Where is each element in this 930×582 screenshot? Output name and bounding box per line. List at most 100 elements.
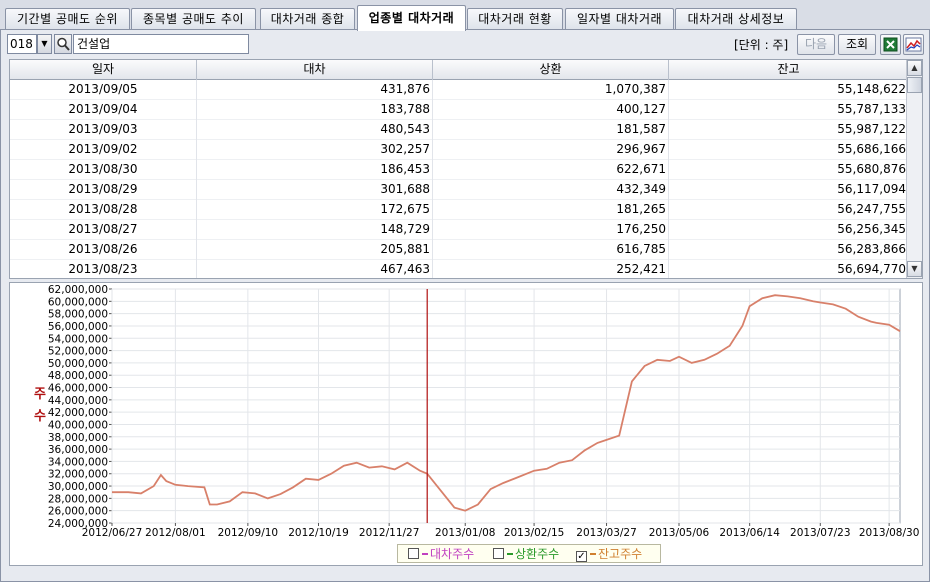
y-tick-label: 26,000,000 — [48, 506, 108, 518]
cell-loan: 480,543 — [197, 120, 433, 140]
magnifier-icon[interactable] — [54, 34, 72, 54]
cell-date: 2013/08/27 — [10, 220, 197, 240]
cell-repay: 181,587 — [433, 120, 669, 140]
y-tick-label: 60,000,000 — [48, 296, 108, 308]
sector-code-input[interactable]: 018 — [7, 34, 37, 54]
tab-period-short-rank[interactable]: 기간별 공매도 순위 — [5, 8, 130, 30]
col-header-repay[interactable]: 상환 — [433, 60, 669, 80]
cell-date: 2013/09/05 — [10, 80, 197, 100]
legend-label-balance: 잔고주수 — [598, 547, 643, 561]
table-row[interactable]: 2013/08/29 301,688 432,349 56,117,094 — [10, 180, 908, 200]
unit-label: [단위 : 주] — [734, 38, 789, 52]
sector-name-field[interactable]: 건설업 — [73, 34, 249, 54]
tab-loan-summary[interactable]: 대차거래 종합 — [260, 8, 355, 30]
table-header: 일자 대차 상환 잔고 — [10, 60, 908, 80]
tab-sector-loan[interactable]: 업종별 대차거래 — [357, 5, 466, 31]
y-tick-label: 42,000,000 — [48, 407, 108, 419]
legend-swatch-loan — [422, 553, 428, 555]
main-panel: 018 ▼ 건설업 [단위 : 주] 다음 조회 일자 대차 상환 잔고 201… — [0, 29, 930, 582]
legend-item-balance[interactable]: ✓ 잔고주수 — [576, 546, 642, 562]
cell-date: 2013/09/04 — [10, 100, 197, 120]
legend-label-loan: 대차주수 — [430, 547, 475, 561]
cell-loan: 431,876 — [197, 80, 433, 100]
cell-loan: 172,675 — [197, 200, 433, 220]
tab-daily-loan[interactable]: 일자별 대차거래 — [565, 8, 674, 30]
table-row[interactable]: 2013/09/03 480,543 181,587 55,987,122 — [10, 120, 908, 140]
y-tick-label: 54,000,000 — [48, 333, 108, 345]
cell-loan: 186,453 — [197, 160, 433, 180]
scroll-thumb[interactable] — [907, 77, 922, 93]
cell-balance: 56,256,345 — [837, 222, 906, 236]
cell-repay: 400,127 — [433, 100, 669, 120]
tab-loan-status[interactable]: 대차거래 현황 — [467, 8, 563, 30]
excel-icon[interactable] — [880, 34, 901, 55]
cell-date: 2013/08/30 — [10, 160, 197, 180]
x-tick-label: 2013/07/23 — [790, 527, 851, 539]
col-header-loan[interactable]: 대차 — [197, 60, 433, 80]
tab-loan-detail[interactable]: 대차거래 상세정보 — [675, 8, 797, 30]
x-tick-label: 2012/11/27 — [359, 527, 420, 539]
y-tick-label: 28,000,000 — [48, 493, 108, 505]
query-button[interactable]: 조회 — [838, 34, 876, 55]
x-tick-label: 2012/06/27 — [82, 527, 143, 539]
cell-balance: 55,148,622 — [837, 82, 906, 96]
cell-loan: 302,257 — [197, 140, 433, 160]
chart-legend: 대차주수 상환주수 ✓ 잔고주수 — [397, 544, 661, 563]
legend-checkbox-loan[interactable] — [408, 548, 419, 559]
y-tick-label: 36,000,000 — [48, 444, 108, 456]
legend-item-repay[interactable]: 상환주수 — [493, 546, 559, 562]
legend-swatch-balance — [590, 553, 596, 555]
cell-date: 2013/08/28 — [10, 200, 197, 220]
table-row[interactable]: 2013/08/26 205,881 616,785 56,283,866 — [10, 240, 908, 260]
y-tick-label: 44,000,000 — [48, 395, 108, 407]
cell-balance: 56,694,770 — [837, 262, 906, 276]
y-tick-label: 34,000,000 — [48, 456, 108, 468]
table-row[interactable]: 2013/08/27 148,729 176,250 56,256,345 — [10, 220, 908, 240]
legend-swatch-repay — [507, 553, 513, 555]
legend-label-repay: 상환주수 — [515, 547, 560, 561]
chart-icon[interactable] — [903, 34, 924, 55]
table-scrollbar[interactable]: ▲ ▼ — [906, 60, 922, 278]
cell-loan: 301,688 — [197, 180, 433, 200]
next-button[interactable]: 다음 — [797, 34, 835, 55]
cell-balance: 55,787,133 — [837, 102, 906, 116]
x-tick-label: 2013/06/14 — [719, 527, 780, 539]
x-tick-label: 2013/01/08 — [435, 527, 496, 539]
cell-date: 2013/08/23 — [10, 260, 197, 278]
x-tick-label: 2012/08/01 — [145, 527, 206, 539]
legend-checkbox-balance[interactable]: ✓ — [576, 551, 587, 562]
legend-item-loan[interactable]: 대차주수 — [408, 546, 474, 562]
tab-bar: 기간별 공매도 순위 종목별 공매도 추이 대차거래 종합 업종별 대차거래 대… — [0, 0, 930, 31]
dropdown-arrow-icon[interactable]: ▼ — [37, 34, 52, 54]
x-tick-label: 2012/09/10 — [218, 527, 279, 539]
legend-checkbox-repay[interactable] — [493, 548, 504, 559]
y-tick-label: 58,000,000 — [48, 309, 108, 321]
x-tick-label: 2013/08/30 — [859, 527, 920, 539]
cell-balance: 55,686,166 — [837, 142, 906, 156]
x-tick-label: 2013/02/15 — [504, 527, 565, 539]
table-row[interactable]: 2013/09/05 431,876 1,070,387 55,148,622 — [10, 80, 908, 100]
cell-loan: 148,729 — [197, 220, 433, 240]
y-tick-label: 38,000,000 — [48, 432, 108, 444]
table-row[interactable]: 2013/08/28 172,675 181,265 56,247,755 — [10, 200, 908, 220]
tab-stock-short-trend[interactable]: 종목별 공매도 추이 — [131, 8, 256, 30]
y-tick-label: 52,000,000 — [48, 346, 108, 358]
scroll-up-icon[interactable]: ▲ — [907, 60, 922, 76]
cell-repay: 1,070,387 — [433, 80, 669, 100]
table-row[interactable]: 2013/08/30 186,453 622,671 55,680,876 — [10, 160, 908, 180]
y-tick-label: 30,000,000 — [48, 481, 108, 493]
table-row[interactable]: 2013/09/02 302,257 296,967 55,686,166 — [10, 140, 908, 160]
col-header-date[interactable]: 일자 — [10, 60, 197, 80]
x-tick-label: 2013/05/06 — [649, 527, 710, 539]
table-row[interactable]: 2013/09/04 183,788 400,127 55,787,133 — [10, 100, 908, 120]
col-header-balance[interactable]: 잔고 — [669, 60, 908, 80]
scroll-down-icon[interactable]: ▼ — [907, 261, 922, 277]
cell-repay: 181,265 — [433, 200, 669, 220]
cell-balance: 55,987,122 — [837, 122, 906, 136]
y-axis-label: 주 — [34, 387, 46, 402]
y-axis-label: 수 — [34, 409, 46, 424]
y-tick-label: 62,000,000 — [48, 284, 108, 296]
table-row[interactable]: 2013/08/23 467,463 252,421 56,694,770 — [10, 260, 908, 278]
cell-date: 2013/08/26 — [10, 240, 197, 260]
cell-date: 2013/09/03 — [10, 120, 197, 140]
